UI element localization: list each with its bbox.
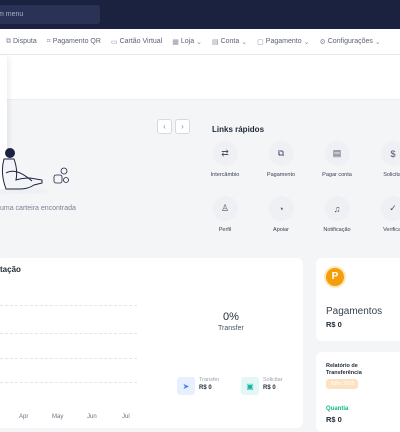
quick-link-5[interactable]: ◔ Apoiar: [253, 196, 309, 233]
page-header: [0, 55, 400, 100]
chevron-down-icon: ⌄: [304, 38, 310, 46]
quick-link-0[interactable]: ⇄ Intercâmbio: [197, 141, 253, 178]
month-label: Apr: [19, 414, 28, 420]
legend-label: Transfer: [199, 377, 219, 383]
chevron-down-icon: ⌄: [241, 38, 247, 46]
quick-link-label: Solicitar: [365, 172, 400, 178]
chevron-down-icon: ⌄: [375, 38, 381, 46]
settings-icon: ⚙: [319, 38, 325, 46]
legend-value: R$ 0: [199, 385, 219, 391]
store-icon: ▦: [172, 38, 179, 46]
search-input[interactable]: m menu: [0, 5, 100, 24]
nav-item-label: Pagamento QR: [53, 38, 101, 45]
quick-link-4[interactable]: ♙ Perfil: [197, 196, 253, 233]
legend-value: R$ 0: [263, 385, 283, 391]
transfer-percent: 0%: [223, 311, 239, 323]
payment-icon: ⧉: [269, 141, 294, 166]
headset-icon: ◔: [269, 196, 294, 221]
payments-value: R$ 0: [326, 320, 342, 329]
nav-item-label: Cartão Virtual: [120, 38, 163, 45]
quick-links-title: Links rápidos: [212, 125, 264, 134]
quick-link-label: Pagamento: [253, 172, 309, 178]
nav-item-0[interactable]: ⧉Disputa: [6, 38, 37, 46]
nav-item-label: Loja: [181, 38, 194, 45]
qr-code-icon: ⌗: [47, 38, 51, 46]
quick-link-label: Apoiar: [253, 227, 309, 233]
gridline: [0, 333, 137, 334]
send-icon: ➤: [177, 377, 195, 395]
bill-icon: ▤: [325, 141, 350, 166]
next-button[interactable]: ›: [175, 119, 190, 134]
quick-link-1[interactable]: ⧉ Pagamento: [253, 141, 309, 178]
quick-link-label: Perfil: [197, 227, 253, 233]
quick-link-3[interactable]: $ Solicitar: [365, 141, 400, 178]
report-period-badge[interactable]: Julho 2025: [326, 379, 358, 389]
legend-request: ▣ Solicitar R$ 0: [241, 377, 283, 395]
verify-user-icon: ✓: [381, 196, 400, 221]
card-icon: ▭: [111, 38, 118, 46]
dollar-icon: $: [381, 141, 400, 166]
legend-transfer: ➤ Transfer R$ 0: [177, 377, 219, 395]
nav-item-label: Conta: [221, 38, 240, 45]
gridline: [0, 305, 137, 306]
quick-link-label: Pagar conta: [309, 172, 365, 178]
dispute-icon: ⧉: [6, 38, 11, 46]
nav-item-label: Pagamento: [266, 38, 302, 45]
bell-icon: ♫: [325, 196, 350, 221]
gridline: [0, 382, 137, 383]
coin-icon: P: [326, 268, 344, 286]
transaction-chart-card: tação Apr May Jun Jul 0% Transfer ➤ Tran…: [0, 258, 303, 428]
nav-item-2[interactable]: ▭Cartão Virtual: [111, 38, 162, 46]
empty-wallet-text: uma carteira encontrada: [0, 205, 76, 212]
quick-link-2[interactable]: ▤ Pagar conta: [309, 141, 365, 178]
transfer-percent-label: Transfer: [218, 325, 244, 332]
report-qty-label: Quantia: [326, 406, 348, 412]
quick-link-label: Intercâmbio: [197, 172, 253, 178]
quick-link-7[interactable]: ✓ Verificar: [365, 196, 400, 233]
legend-label: Solicitar: [263, 377, 283, 383]
report-title: Relatório de Transferência: [326, 363, 386, 377]
quick-link-label: Notificação: [309, 227, 365, 233]
transfer-report-card: Relatório de Transferência Julho 2025 Qu…: [316, 352, 400, 432]
payments-title: Pagamentos: [326, 306, 382, 317]
top-bar: m menu: [0, 0, 400, 29]
nav-item-6[interactable]: ⚙Configurações⌄: [319, 38, 380, 46]
wallet-pager: ‹ ›: [157, 119, 190, 134]
account-icon: ▤: [212, 38, 219, 46]
month-label: Jun: [87, 414, 97, 420]
report-value: R$ 0: [326, 415, 342, 424]
gridline: [0, 358, 137, 359]
quick-link-label: Verificar: [365, 227, 400, 233]
month-label: May: [52, 414, 63, 420]
exchange-icon: ⇄: [213, 141, 238, 166]
payments-card: P Pagamentos R$ 0: [316, 258, 400, 341]
nav-item-4[interactable]: ▤Conta⌄: [212, 38, 247, 46]
nav-item-5[interactable]: ▢Pagamento⌄: [257, 38, 309, 46]
user-icon: ♙: [213, 196, 238, 221]
main-nav: ⧉Disputa ⌗Pagamento QR ▭Cartão Virtual ▦Loj…: [0, 29, 400, 55]
inbox-icon: ▣: [241, 377, 259, 395]
chart-title: tação: [0, 265, 21, 274]
prev-button[interactable]: ‹: [157, 119, 172, 134]
payment-icon: ▢: [257, 38, 264, 46]
month-label: Jul: [122, 414, 130, 420]
empty-wallet-illustration: [0, 145, 80, 197]
chevron-down-icon: ⌄: [196, 38, 202, 46]
nav-item-label: Configurações: [328, 38, 373, 45]
nav-item-1[interactable]: ⌗Pagamento QR: [47, 38, 101, 46]
nav-item-3[interactable]: ▦Loja⌄: [172, 38, 202, 46]
quick-link-6[interactable]: ♫ Notificação: [309, 196, 365, 233]
nav-item-label: Disputa: [13, 38, 37, 45]
